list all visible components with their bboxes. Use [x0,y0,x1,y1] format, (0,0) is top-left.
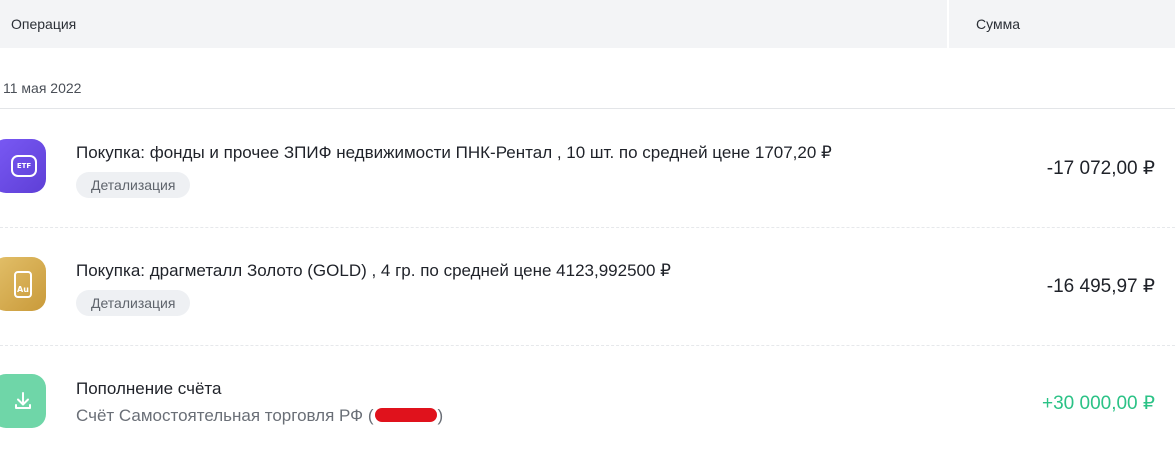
date-group-label: 11 мая 2022 [3,80,82,96]
gold-icon: Au [0,257,46,311]
operation-amount: -17 072,00 ₽ [1046,158,1155,179]
operation-title: Пополнение счёта [76,379,222,398]
operation-title: Покупка: фонды и прочее ЗПИФ недвижимост… [76,143,832,162]
etf-icon: ETF [0,139,46,193]
redacted-account-number [374,408,437,422]
gold-icon-text: Au [17,284,29,294]
table-header: Операция Сумма [0,0,1175,48]
etf-icon-text: ETF [16,162,32,170]
details-button[interactable]: Детализация [76,290,191,316]
operation-column-header[interactable]: Операция [0,0,947,48]
operation-subtitle: Счёт Самостоятельная торговля РФ () [76,406,443,426]
account-name: Счёт Самостоятельная торговля РФ ( [76,406,374,425]
operation-title: Покупка: драгметалл Золото (GOLD) , 4 гр… [76,261,671,280]
operation-column-label: Операция [11,16,77,32]
account-suffix: ) [437,406,444,425]
amount-column-label: Сумма [976,16,1020,32]
operation-amount: +30 000,00 ₽ [1042,393,1155,414]
divider [0,345,1175,346]
download-icon [0,374,46,428]
operation-amount: -16 495,97 ₽ [1046,276,1155,297]
details-button[interactable]: Детализация [76,172,191,198]
amount-column-header[interactable]: Сумма [949,0,1175,48]
divider [0,227,1175,228]
divider [0,108,1175,109]
